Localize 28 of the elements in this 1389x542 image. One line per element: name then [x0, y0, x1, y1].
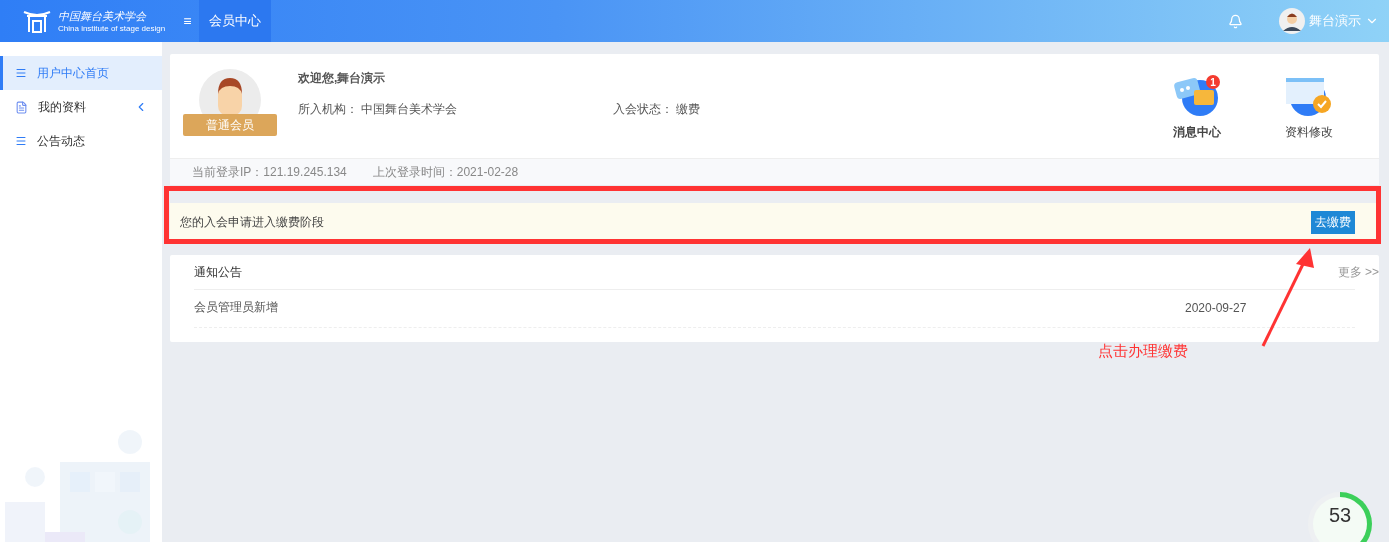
logo-title: 中国舞台美术学会: [58, 9, 148, 24]
menu-icon: [15, 135, 27, 147]
avatar-icon[interactable]: [1279, 8, 1305, 34]
info-field: 入会状态： 缴费: [613, 101, 918, 118]
notice-text: 您的入会申请进入缴费阶段: [180, 213, 324, 231]
menu-toggle[interactable]: ≡: [169, 13, 200, 29]
logo-subtitle: China institute of stage design: [58, 24, 166, 33]
nav-tab[interactable]: 会员中心: [199, 0, 272, 42]
menu-icon: [15, 67, 27, 79]
section-title: 通知公告: [194, 263, 242, 281]
sidebar-item[interactable]: 用户中心首页: [0, 56, 162, 90]
last-login: 上次登录时间：2021-02-28: [372, 163, 519, 181]
gate-logo-icon: [22, 8, 52, 34]
more-link[interactable]: 更多 >>: [1337, 263, 1379, 281]
sidebar-item[interactable]: 我的资料: [0, 90, 162, 124]
progress-reading: 53: [1328, 504, 1352, 527]
shortcut-link[interactable]: 资料修改: [1285, 124, 1333, 141]
pay-button[interactable]: 去缴费: [1311, 210, 1355, 234]
announcement-title[interactable]: 会员管理员新增: [194, 299, 1185, 316]
welcome-text: 欢迎您,舞台演示: [298, 70, 387, 87]
info-field: 所入机构： 中国舞台美术学会: [298, 101, 613, 118]
shortcut-link[interactable]: 消息中心: [1173, 124, 1221, 141]
document-icon: [15, 100, 28, 114]
login-ip: 当前登录IP：121.19.245.134: [192, 163, 347, 181]
sidebar-item[interactable]: 公告动态: [0, 124, 162, 158]
announcement-date: 2020-09-27: [1185, 300, 1248, 315]
annotation-text: 点击办理缴费: [1098, 342, 1188, 361]
member-badge: 普通会员: [183, 114, 277, 136]
